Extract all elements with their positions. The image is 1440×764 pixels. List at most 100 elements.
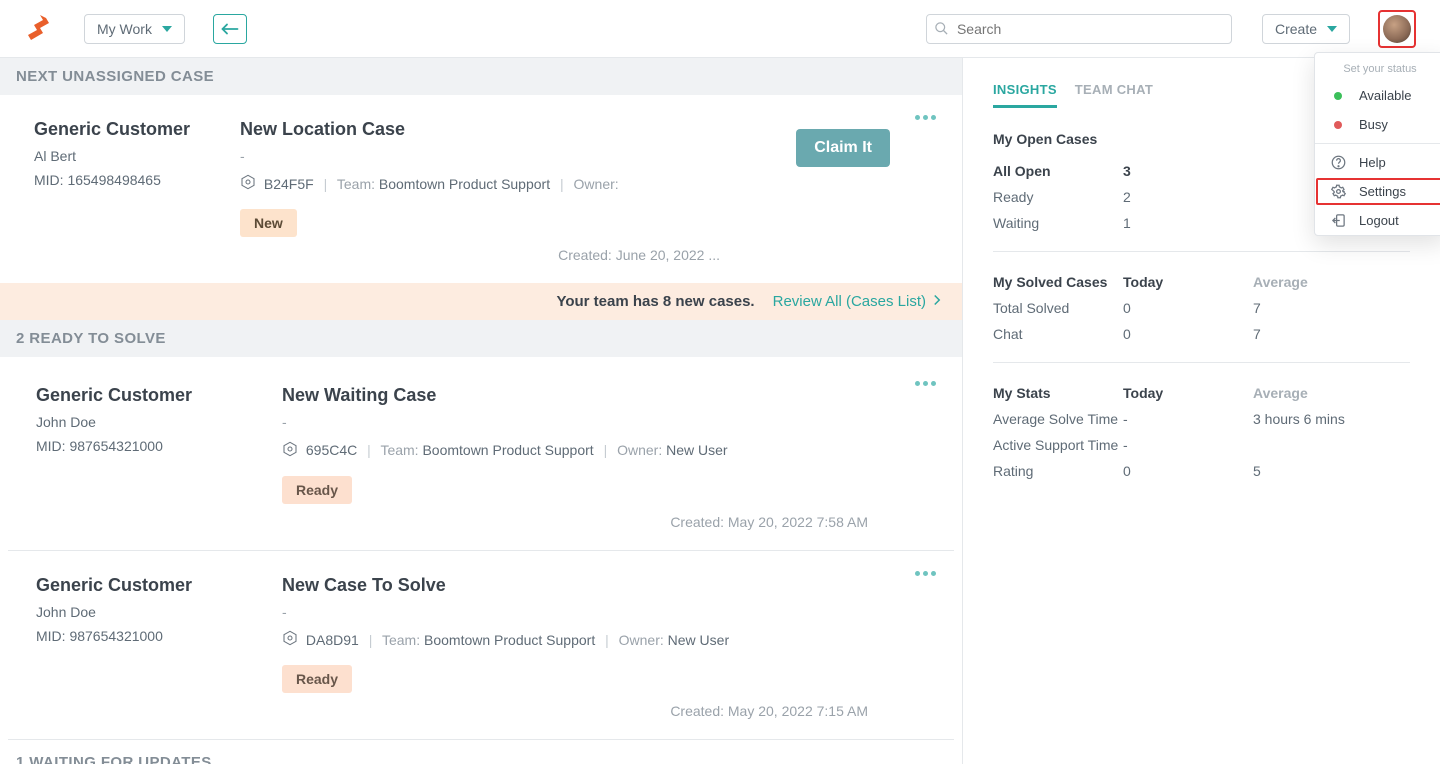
menu-logout[interactable]: Logout: [1315, 206, 1440, 235]
stat-label: Total Solved: [993, 300, 1123, 316]
stat-value: -: [1123, 411, 1253, 427]
claim-button[interactable]: Claim It: [796, 129, 890, 167]
search-input[interactable]: [926, 14, 1232, 44]
status-busy[interactable]: Busy: [1315, 110, 1440, 139]
menu-help[interactable]: Help: [1315, 148, 1440, 177]
stat-label: Ready: [993, 189, 1123, 205]
stat-value: 3 hours 6 mins: [1253, 411, 1383, 427]
case-title: New Case To Solve: [282, 575, 928, 596]
side-panel: INSIGHTS TEAM CHAT My Open Cases All Ope…: [962, 58, 1440, 764]
customer-contact: John Doe: [36, 414, 272, 430]
stat-value: 7: [1253, 300, 1383, 316]
stat-value: 2: [1123, 189, 1183, 205]
case-subtitle: -: [282, 414, 928, 430]
chevron-down-icon: [162, 26, 172, 32]
stat-label: Average Solve Time: [993, 411, 1123, 427]
created-date: Created: May 20, 2022 7:15 AM: [282, 703, 928, 719]
stat-value: 0: [1123, 300, 1253, 316]
stat-value: [1253, 437, 1383, 453]
case-card-ready: Generic Customer John Doe MID: 987654321…: [0, 361, 962, 549]
case-ref: 695C4C: [306, 442, 357, 458]
back-button[interactable]: [213, 14, 247, 44]
case-ref: DA8D91: [306, 632, 359, 648]
section-header-ready: 2 Ready To Solve: [0, 320, 962, 357]
col-today: Today: [1123, 274, 1253, 290]
review-all-link[interactable]: Review All (Cases List): [773, 293, 942, 310]
case-subtitle: -: [282, 604, 928, 620]
stat-value: 0: [1123, 463, 1253, 479]
case-meta: DA8D91 | Team: Boomtown Product Support …: [282, 628, 928, 653]
user-menu-header: Set your status: [1315, 53, 1440, 81]
new-cases-alert: Your team has 8 new cases. Review All (C…: [0, 283, 962, 320]
status-badge: New: [240, 209, 297, 237]
status-dot-icon: [1329, 92, 1347, 100]
more-actions-button[interactable]: [915, 571, 936, 576]
user-avatar-button[interactable]: [1378, 10, 1416, 48]
create-label: Create: [1275, 21, 1317, 37]
stat-label: All Open: [993, 163, 1123, 179]
search-field: [926, 14, 1232, 44]
case-meta: B24F5F | Team: Boomtown Product Support …: [240, 172, 720, 197]
tab-insights[interactable]: INSIGHTS: [993, 82, 1057, 108]
more-actions-button[interactable]: [915, 381, 936, 386]
customer-contact: John Doe: [36, 604, 272, 620]
gear-icon: [1329, 184, 1347, 199]
team-label: Team:: [337, 176, 375, 192]
main-column: Next Unassigned Case Claim It Generic Cu…: [0, 58, 962, 764]
more-actions-button[interactable]: [915, 115, 936, 120]
stat-label: Chat: [993, 326, 1123, 342]
stat-value: 3: [1123, 163, 1183, 179]
customer-name: Generic Customer: [34, 119, 230, 140]
col-today: Today: [1123, 385, 1253, 401]
user-menu: Set your status Available Busy Help Sett…: [1314, 52, 1440, 236]
hex-icon: [240, 173, 256, 197]
case-title: New Location Case: [240, 119, 720, 140]
team-label: Team:: [380, 442, 418, 458]
my-work-label: My Work: [97, 21, 152, 37]
section-header-unassigned: Next Unassigned Case: [0, 58, 962, 95]
owner-label: Owner:: [574, 176, 619, 192]
case-card-unassigned: Claim It Generic Customer Al Bert MID: 1…: [0, 95, 962, 283]
stat-value: -: [1123, 437, 1253, 453]
stat-value: 7: [1253, 326, 1383, 342]
stat-value: 1: [1123, 215, 1183, 231]
status-badge: Ready: [282, 476, 352, 504]
customer-name: Generic Customer: [36, 385, 272, 406]
created-date: Created: May 20, 2022 7:58 AM: [282, 514, 928, 530]
team-name: Boomtown Product Support: [424, 632, 595, 648]
avatar: [1383, 15, 1411, 43]
case-card-ready: Generic Customer John Doe MID: 987654321…: [0, 551, 962, 739]
stat-label: Active Support Time: [993, 437, 1123, 453]
created-date: Created: June 20, 2022 ...: [240, 247, 720, 263]
my-stats-section: My Stats Today Average Average Solve Tim…: [993, 363, 1410, 499]
my-work-dropdown[interactable]: My Work: [84, 14, 185, 44]
stat-value: 0: [1123, 326, 1253, 342]
stats-header: My Stats: [993, 385, 1123, 401]
search-icon: [934, 21, 949, 41]
status-available[interactable]: Available: [1315, 81, 1440, 110]
customer-contact: Al Bert: [34, 148, 230, 164]
customer-name: Generic Customer: [36, 575, 272, 596]
stat-label: Rating: [993, 463, 1123, 479]
help-icon: [1329, 155, 1347, 170]
stat-label: Waiting: [993, 215, 1123, 231]
solved-cases-section: My Solved Cases Today Average Total Solv…: [993, 252, 1410, 363]
section-header-waiting: 1 Waiting For Updates: [0, 740, 962, 764]
app-logo-icon: [24, 13, 56, 45]
solved-header: My Solved Cases: [993, 274, 1123, 290]
hex-icon: [282, 440, 298, 464]
chevron-right-icon: [932, 293, 942, 310]
hex-icon: [282, 629, 298, 653]
tab-team-chat[interactable]: TEAM CHAT: [1075, 82, 1153, 108]
create-dropdown[interactable]: Create: [1262, 14, 1350, 44]
case-title: New Waiting Case: [282, 385, 928, 406]
stat-value: 5: [1253, 463, 1383, 479]
col-average: Average: [1253, 385, 1383, 401]
chevron-down-icon: [1327, 26, 1337, 32]
owner-name: New User: [668, 632, 729, 648]
status-dot-icon: [1329, 121, 1347, 129]
customer-mid: MID: 987654321000: [36, 438, 272, 454]
case-ref: B24F5F: [264, 176, 314, 192]
menu-settings[interactable]: Settings: [1315, 177, 1440, 206]
owner-name: New User: [666, 442, 727, 458]
